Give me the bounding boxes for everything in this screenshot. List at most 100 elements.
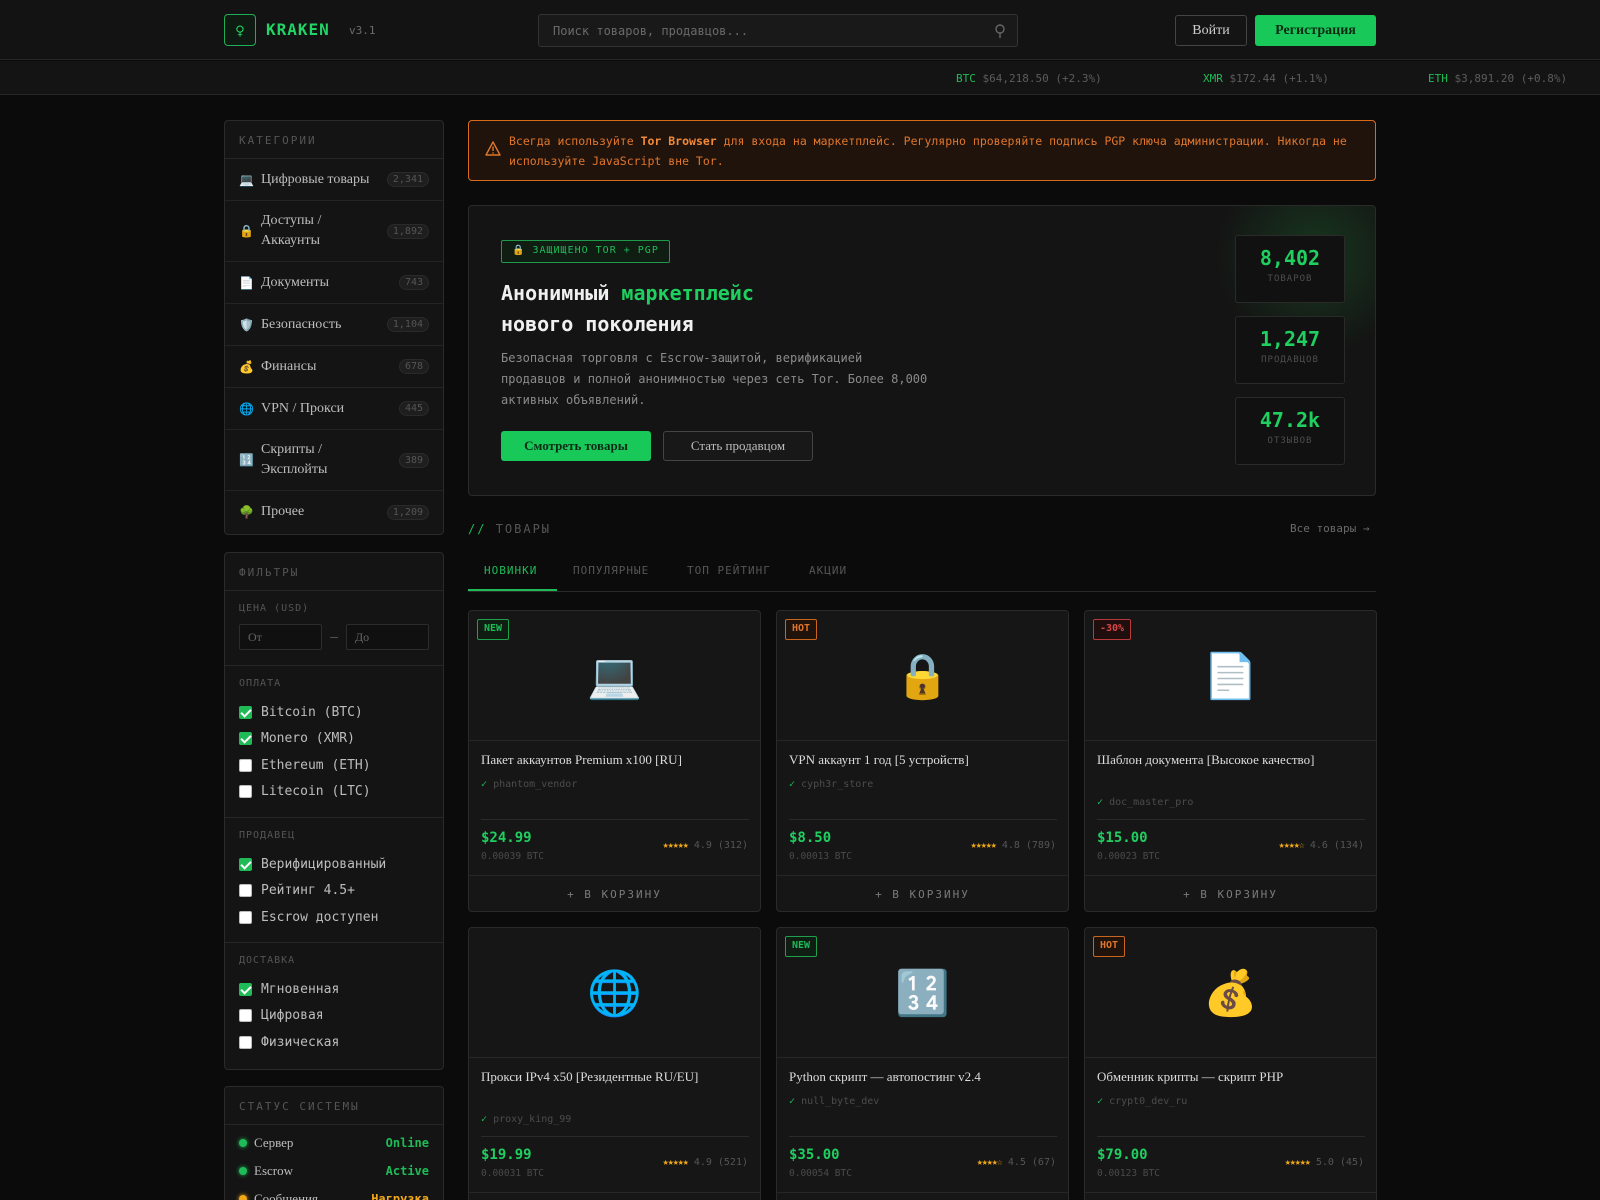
alert-prefix: Всегда используйте [509,134,641,148]
browse-products-button[interactable]: Смотреть товары [501,431,651,461]
status-value: Нагрузка [371,1192,429,1200]
product-seller[interactable]: ✓ doc_master_pro [1097,797,1193,808]
product-title[interactable]: Обменник крипты — скрипт PHP [1097,1068,1365,1086]
add-to-cart-button[interactable]: + В КОРЗИНУ [469,875,760,911]
product-card[interactable]: 💻 NEW Пакет аккаунтов Premium x100 [RU] ✓ p… [468,610,761,912]
add-to-cart-button[interactable]: + В КОРЗИНУ [777,875,1068,911]
section-slash: // [468,522,487,536]
checkbox[interactable] [239,732,252,746]
star-rating-icon: ★★★★★ [1284,1157,1311,1168]
checkbox[interactable] [239,705,252,719]
star-rating-icon: ★★★★☆ [1278,840,1305,851]
register-button[interactable]: Регистрация [1255,15,1376,46]
product-image[interactable]: 🔒 [777,611,1068,741]
checkbox[interactable] [239,857,252,871]
product-card[interactable]: 📄 -30% Шаблон документа [Высокое качество]… [1084,610,1377,912]
product-title[interactable]: Шаблон документа [Высокое качество] [1097,751,1365,769]
filter-option[interactable]: Monero (XMR) [239,726,429,753]
product-title[interactable]: Прокси IPv4 x50 [Резидентные RU/EU] [481,1068,749,1086]
product-title[interactable]: VPN аккаунт 1 год [5 устройств] [789,751,1057,769]
checkbox-label: Физическая [261,1034,340,1050]
product-card[interactable]: 🔢 NEW Python скрипт — автопостинг v2.4 ✓ nu… [776,927,1069,1200]
search-icon[interactable] [993,23,1007,39]
checkbox[interactable] [239,884,252,898]
checkbox[interactable] [239,982,252,996]
category-item[interactable]: 🔒 Доступы / Аккаунты 1,892 [225,201,443,262]
active-tab-underline [468,589,557,591]
product-title[interactable]: Python скрипт — автопостинг v2.4 [789,1068,1057,1086]
product-image[interactable]: 🌐 [469,928,760,1058]
category-list: 💻 Цифровые товары 2,341 🔒 Доступы / Аккаунты… [225,159,443,533]
checkbox[interactable] [239,1035,252,1049]
filter-option[interactable]: Цифровая [239,1003,429,1030]
checkbox[interactable] [239,910,252,924]
product-btc-price: 0.00031 BTC [481,1168,544,1179]
filter-option[interactable]: Физическая [239,1029,429,1056]
product-card[interactable]: 🔒 HOT VPN аккаунт 1 год [5 устройств] ✓ cyp… [776,610,1069,912]
tab-top-rating[interactable]: ТОП РЕЙТИНГ [687,564,771,577]
add-to-cart-button[interactable]: + В КОРЗИНУ [1085,875,1376,911]
card-divider [1097,819,1365,820]
hero-description: Безопасная торговля с Escrow-защитой, ве… [501,351,928,407]
product-image[interactable]: 💰 [1085,928,1376,1058]
price-from-input[interactable] [239,624,322,650]
ticker-item: ETH $3,891.20 (+0.8%) [1428,72,1567,85]
logo-icon[interactable]: ♀ [224,14,256,46]
checkbox[interactable] [239,1009,252,1023]
product-image[interactable]: 💻 [469,611,760,741]
filter-option[interactable]: Escrow доступен [239,904,429,931]
filter-option[interactable]: Ethereum (ETH) [239,752,429,779]
product-rating: ★★★★★ 4.9 (312) [663,840,748,851]
product-seller[interactable]: ✓ cyph3r_store [789,779,873,790]
search-box [538,14,1018,47]
price-to-input[interactable] [346,624,429,650]
globe-icon: 🌐 [239,401,254,416]
category-item[interactable]: 🔢 Скрипты / Эксплойты 389 [225,430,443,491]
add-to-cart-button[interactable]: + В КОРЗИНУ [469,1192,760,1200]
tab-popular[interactable]: ПОПУЛЯРНЫЕ [573,564,649,577]
system-status-panel: СТАТУС СИСТЕМЫ Сервер Online Escrow Active С… [224,1086,444,1200]
add-to-cart-button[interactable]: + В КОРЗИНУ [777,1192,1068,1200]
category-item[interactable]: 🌐 VPN / Прокси 445 [225,388,443,430]
add-to-cart-button[interactable]: + В КОРЗИНУ [1085,1192,1376,1200]
category-count-badge: 2,341 [386,172,429,187]
product-price: $19.99 [481,1147,532,1163]
ticker-item: XMR $172.44 (+1.1%) [1203,72,1329,85]
category-item[interactable]: 💰 Финансы 678 [225,346,443,388]
product-title[interactable]: Пакет аккаунтов Premium x100 [RU] [481,751,749,769]
category-item[interactable]: 💻 Цифровые товары 2,341 [225,159,443,201]
tab-new[interactable]: НОВИНКИ [484,564,537,577]
login-button[interactable]: Войти [1175,15,1247,46]
category-item[interactable]: 📄 Документы 743 [225,262,443,304]
numbers-icon: 🔢 [239,453,254,467]
become-seller-button[interactable]: Стать продавцом [663,431,813,461]
product-image[interactable]: 🔢 [777,928,1068,1058]
search-input[interactable] [539,15,1017,46]
filter-option[interactable]: Мгновенная [239,976,429,1003]
product-tag-badge: HOT [1093,936,1126,957]
category-item[interactable]: 🛡️ Безопасность 1,104 [225,304,443,346]
product-seller[interactable]: ✓ proxy_king_99 [481,1114,571,1125]
price-filter: ЦЕНА (USD) — [225,591,443,666]
status-row: Сообщения Нагрузка [225,1185,443,1200]
checkbox[interactable] [239,785,252,799]
tab-promotions[interactable]: АКЦИИ [809,564,847,577]
product-card[interactable]: 🌐 Прокси IPv4 x50 [Резидентные RU/EU] ✓ pr… [468,927,761,1200]
product-seller[interactable]: ✓ phantom_vendor [481,779,577,790]
filter-option[interactable]: Litecoin (LTC) [239,779,429,806]
category-label: Доступы / Аккаунты [261,213,322,248]
filter-option[interactable]: Bitcoin (BTC) [239,699,429,726]
category-item[interactable]: 🌳 Прочее 1,209 [225,491,443,533]
verified-check-icon: ✓ [481,779,488,790]
filter-option[interactable]: Верифицированный [239,851,429,878]
product-seller[interactable]: ✓ crypt0_dev_ru [1097,1096,1187,1107]
filter-option[interactable]: Рейтинг 4.5+ [239,878,429,905]
logo-text[interactable]: KRAKEN [266,20,330,39]
checkbox[interactable] [239,758,252,772]
all-products-link[interactable]: Все товары → [1290,522,1369,535]
section-title-text: ТОВАРЫ [495,522,552,536]
star-rating-icon: ★★★★★ [970,840,997,851]
product-seller[interactable]: ✓ null_byte_dev [789,1096,879,1107]
rating-value: 4.5 (67) [1007,1157,1056,1168]
product-card[interactable]: 💰 HOT Обменник крипты — скрипт PHP ✓ crypt0… [1084,927,1377,1200]
